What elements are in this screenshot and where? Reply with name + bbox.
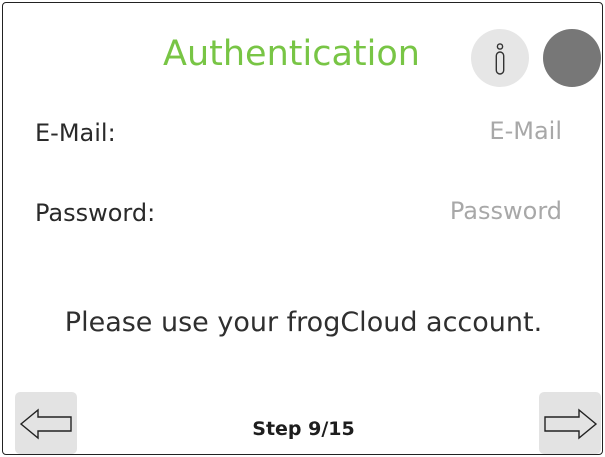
- info-button[interactable]: [471, 29, 529, 87]
- authentication-screen: Authentication E-Mail: Password: Please …: [2, 2, 603, 455]
- page-title: Authentication: [163, 34, 420, 74]
- step-indicator: Step 9/15: [252, 418, 355, 440]
- arrow-right-icon: [544, 408, 598, 440]
- password-label: Password:: [35, 199, 156, 227]
- info-icon: [495, 43, 505, 75]
- email-field[interactable]: [322, 113, 562, 149]
- status-indicator: [543, 29, 601, 87]
- account-hint: Please use your frogCloud account.: [64, 307, 543, 338]
- password-field[interactable]: [322, 193, 562, 229]
- next-step-button[interactable]: [539, 392, 601, 454]
- email-label: E-Mail:: [35, 119, 116, 147]
